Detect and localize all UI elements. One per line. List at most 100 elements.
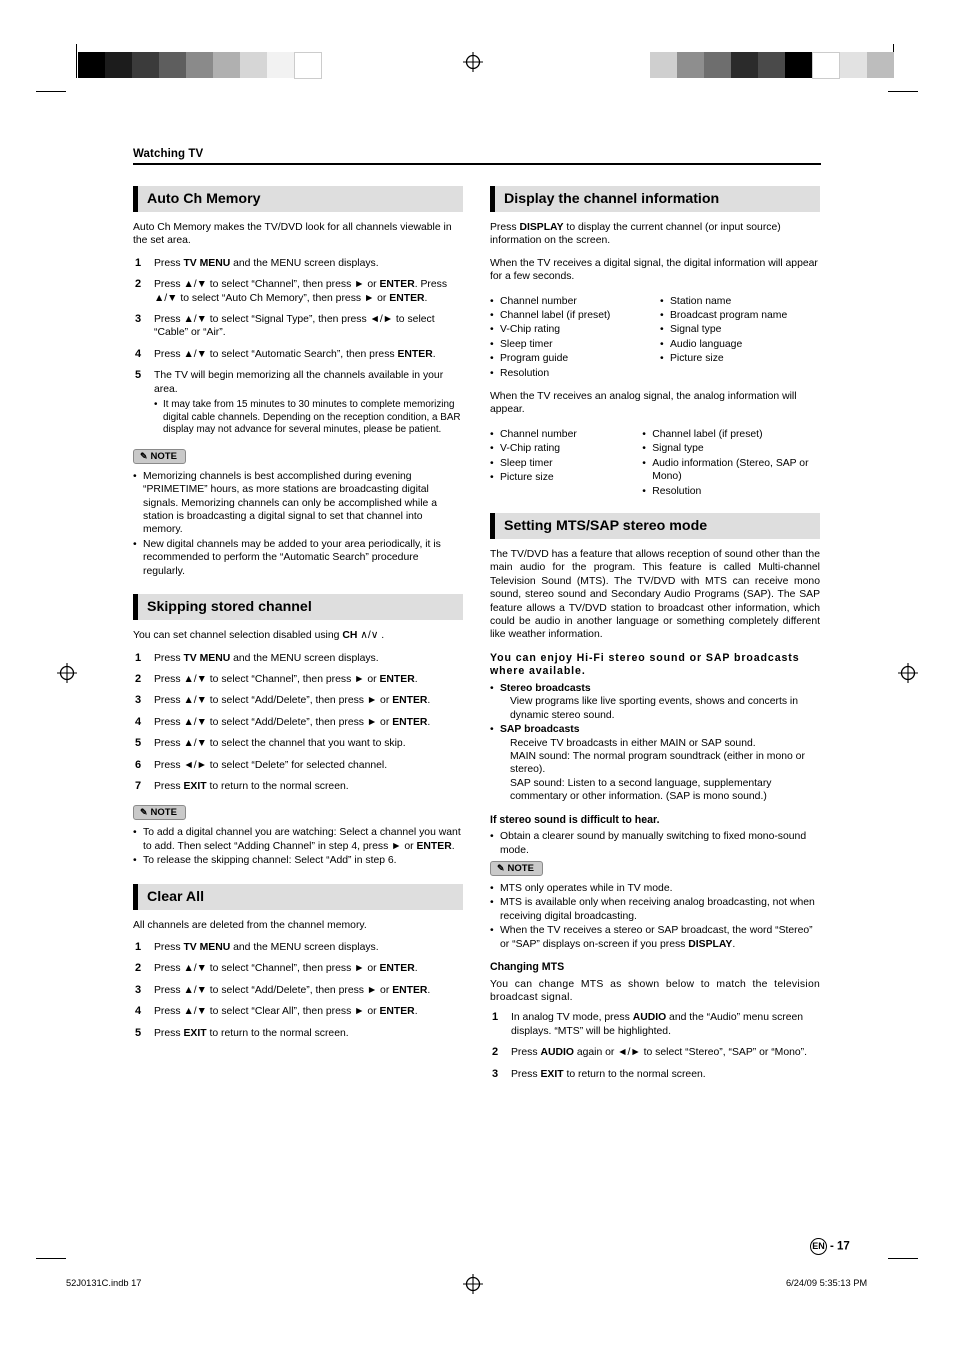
pencil-icon: ✎ [140,807,148,818]
note-item: To release the skipping channel: Select … [133,854,463,868]
manual-page: Watching TV Auto Ch Memory Auto Ch Memor… [0,0,954,1350]
difficult-subhead: If stereo sound is difficult to hear. [490,813,660,826]
registration-mark-left [57,663,77,683]
note-item: New digital channels may be added to you… [133,538,463,578]
step-number: 2 [135,962,142,975]
step-number: 5 [135,1026,142,1039]
step-text: Press AUDIO again or ◄/► to select “Ster… [511,1047,808,1059]
list-item: Channel label (if preset) [490,309,650,323]
step-text: Press EXIT to return to the normal scree… [511,1068,706,1080]
step-text: Press ▲/▼ to select “Channel”, then pres… [154,279,448,304]
note-item: When the TV receives a stereo or SAP bro… [490,924,820,951]
list-item: Picture size [660,352,820,366]
step-number: 3 [492,1067,499,1080]
note-item: Memorizing channels is best accomplished… [133,470,463,537]
step-number: 5 [135,737,142,750]
step-number: 1 [135,651,142,664]
step-number: 6 [135,758,142,771]
step-item: 3 Press ▲/▼ to select “Add/Delete”, then … [133,984,463,997]
step-number: 1 [135,256,142,269]
step-item: 5 The TV will begin memorizing all the ch… [133,369,463,437]
list-item: Signal type [642,442,820,456]
section-header-skipping-stored-channel: Skipping stored channel [133,594,463,621]
right-column: Display the channel information Press DI… [490,186,820,1090]
stereo-broadcasts-head: Stereo broadcasts [500,682,591,694]
hifi-subhead: You can enjoy Hi-Fi stereo sound or SAP … [490,651,800,678]
list-item: Sleep timer [490,457,632,471]
crop-mark-top-right [888,91,918,92]
section-header-mts-sap: Setting MTS/SAP stereo mode [490,512,820,539]
note-tag: ✎ NOTE [490,861,543,876]
note-tag: ✎ NOTE [133,805,186,821]
step-number: 4 [135,1005,142,1018]
changing-mts-steps: 1 In analog TV mode, press AUDIO and the … [490,1011,820,1081]
registration-mark-right [898,663,918,683]
registration-mark-bottom [463,1274,483,1294]
clear-all-intro: All channels are deleted from the channe… [133,919,367,931]
step-number: 2 [135,672,142,685]
step-text: Press ▲/▼ to select “Automatic Search”, … [154,348,436,360]
note-label: NOTE [150,807,177,819]
step-number: 2 [135,278,142,291]
list-item: Audio information (Stereo, SAP or Mono) [642,457,820,484]
step-text: Press TV MENU and the MENU screen displa… [154,652,379,664]
color-swatch-bar-left [78,52,322,79]
step-item: 2 Press ▲/▼ to select “Channel”, then pre… [133,962,463,975]
auto-ch-memory-notes: Memorizing channels is best accomplished… [133,470,463,578]
step-item: 2 Press ▲/▼ to select “Channel”, then pre… [133,278,463,305]
color-swatch-bar-right [650,52,894,79]
list-item: Broadcast program name [660,309,820,323]
step-number: 4 [135,715,142,728]
step-item: 2 Press AUDIO again or ◄/► to select “Ste… [490,1046,820,1059]
clear-all-steps: 1 Press TV MENU and the MENU screen displ… [133,941,463,1040]
note-item: MTS is available only when receiving ana… [490,896,820,923]
skipping-notes: To add a digital channel you are watchin… [133,826,463,868]
list-item: Sleep timer [490,338,650,352]
sap-text-1: Receive TV broadcasts in either MAIN or … [510,737,756,749]
mts-broadcast-list: Stereo broadcasts View programs like liv… [490,682,820,804]
step-item: 5 Press ▲/▼ to select the channel that yo… [133,737,463,750]
step-number: 1 [492,1011,499,1024]
list-item: Channel number [490,295,650,309]
locale-badge: EN [810,1238,827,1255]
analog-info-list-right: Channel label (if preset) Signal type Au… [642,428,820,499]
step-text: Press TV MENU and the MENU screen displa… [154,941,379,953]
list-item: Resolution [642,485,820,499]
step-number: 4 [135,347,142,360]
list-item: Signal type [660,323,820,337]
digital-info-list-left: Channel number Channel label (if preset)… [490,295,650,381]
step-number: 3 [135,313,142,326]
left-column: Auto Ch Memory Auto Ch Memory makes the … [133,186,463,1049]
step-text: Press EXIT to return to the normal scree… [154,1027,349,1039]
crop-mark-top-left-v [76,44,77,78]
analog-info-lists: Channel number V-Chip rating Sleep timer… [490,426,820,499]
step-number: 2 [492,1046,499,1059]
analog-info-list-left: Channel number V-Chip rating Sleep timer… [490,428,632,499]
list-item: Picture size [490,471,632,485]
footer-file-name: 52J0131C.indb 17 [66,1278,142,1288]
step-item: 5 Press EXIT to return to the normal scre… [133,1027,463,1040]
running-head-area: Watching TV [133,148,821,165]
step-text: In analog TV mode, press AUDIO and the “… [511,1012,804,1037]
step-text: Press ▲/▼ to select “Signal Type”, then … [154,314,435,339]
step-text: Press ◄/► to select “Delete” for selecte… [154,759,388,771]
step-text: Press TV MENU and the MENU screen displa… [154,257,379,269]
step-item: 1 Press TV MENU and the MENU screen displ… [133,257,463,270]
crop-mark-bottom-left [36,1258,66,1259]
running-head: Watching TV [133,148,204,160]
stereo-broadcasts-text: View programs like live sporting events,… [510,696,798,721]
display-intro: Press DISPLAY to display the current cha… [490,222,781,247]
step-text: The TV will begin memorizing all the cha… [154,370,444,395]
step-text: Press ▲/▼ to select “Add/Delete”, then p… [154,716,431,728]
section-header-display-channel-information: Display the channel information [490,186,820,212]
list-item: Channel number [490,428,632,442]
step-text: Press ▲/▼ to select “Channel”, then pres… [154,673,418,685]
step-item: 4 Press ▲/▼ to select “Automatic Search”,… [133,348,463,361]
auto-ch-memory-steps: 1 Press TV MENU and the MENU screen displ… [133,257,463,437]
list-item: Audio language [660,338,820,352]
page-number-value: 17 [837,1240,850,1253]
step-item: 1 In analog TV mode, press AUDIO and the … [490,1011,820,1038]
pencil-icon: ✎ [140,450,148,461]
list-item: V-Chip rating [490,323,650,337]
crop-mark-bottom-right [888,1258,918,1259]
